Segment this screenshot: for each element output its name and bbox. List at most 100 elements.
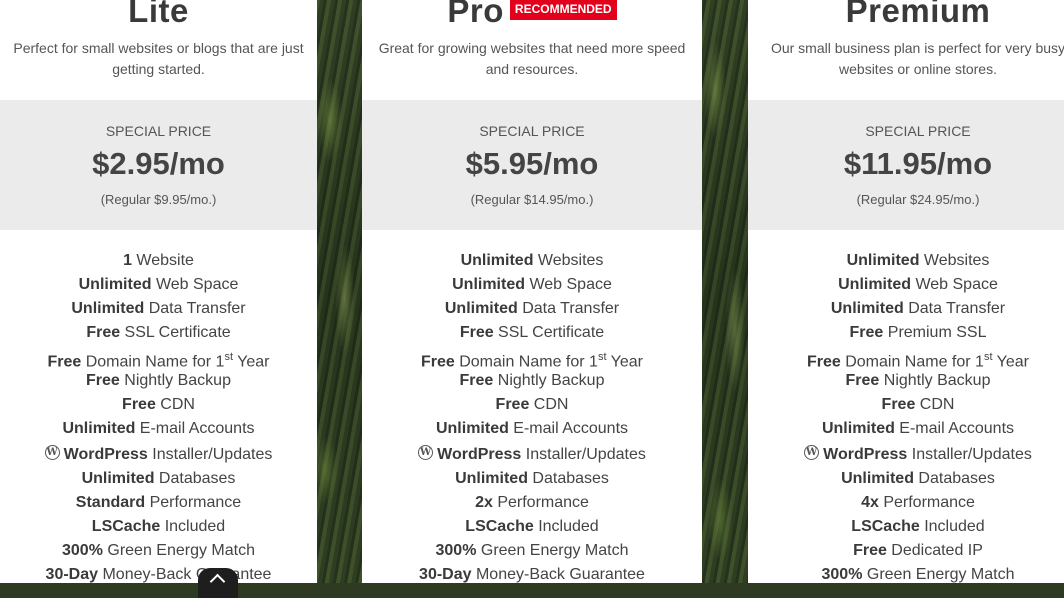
feature-highlight: LSCache [91,518,161,535]
feature-highlight: 2x [475,494,493,511]
feature-text: Money-Back Guarantee [471,566,645,583]
feature-item: Unlimited E-mail Accounts [362,418,702,442]
feature-text: Installer/Updates [521,446,646,463]
wordpress-icon: W [804,445,820,461]
plan-card-lite: Lite Perfect for small websites or blogs… [0,0,317,583]
feature-text: Nightly Backup [879,372,991,389]
feature-highlight: Unlimited [455,470,528,487]
feature-highlight: LSCache [851,518,920,535]
feature-highlight: Free [86,324,121,341]
feature-text: Premium SSL [883,324,987,341]
feature-highlight: Unlimited [838,276,911,293]
feature-item: 30-Day Money-Back Guarantee [0,564,317,583]
price-box: SPECIAL PRICE $5.95/mo (Regular $14.95/m… [362,100,702,230]
feature-highlight: WordPress [823,446,908,463]
plan-title: Premium [845,0,991,29]
feature-text: Website [131,252,194,269]
feature-highlight: Unlimited [62,420,136,437]
feature-item: Free Premium SSL [748,322,1064,346]
feature-highlight: 30-Day [45,566,99,583]
feature-item: Free Domain Name for 1st Year [748,346,1064,370]
feature-highlight: 4x [861,494,879,511]
feature-highlight: Free [495,396,530,413]
feature-item: Standard Performance [0,492,317,516]
feature-text: Domain Name for 1 [81,353,225,371]
regular-price: (Regular $24.95/mo.) [856,192,980,207]
feature-item: 30-Day Money-Back Guarantee [362,564,702,583]
chevron-up-icon [209,573,226,590]
feature-item: Unlimited Websites [362,250,702,274]
wordpress-icon: W [418,445,434,461]
feature-highlight: Free [459,372,494,389]
feature-item: Unlimited Data Transfer [362,298,702,322]
feature-text: CDN [529,396,569,413]
feature-highlight: Free [853,542,887,559]
feature-item: Unlimited E-mail Accounts [0,418,317,442]
feature-text-suffix: Year [233,353,270,371]
feature-text: Websites [533,252,604,269]
feature-text: Databases [527,470,609,487]
feature-item: Free SSL Certificate [0,322,317,346]
feature-item: W WordPress Installer/Updates [748,442,1064,468]
feature-highlight: Free [47,353,82,371]
feature-text: Included [160,518,226,535]
feature-highlight: Free [86,372,120,389]
feature-text: Nightly Backup [119,372,231,389]
feature-text: SSL Certificate [120,324,231,341]
feature-text-suffix: Year [606,353,643,371]
price-box: SPECIAL PRICE $11.95/mo (Regular $24.95/… [748,100,1064,230]
feature-text: Domain Name for 1 [454,353,598,371]
feature-highlight: Free [122,396,156,413]
price-box: SPECIAL PRICE $2.95/mo (Regular $9.95/mo… [0,100,317,230]
feature-text: Domain Name for 1 [840,353,984,371]
plan-price: $2.95/mo [92,146,225,181]
plan-price: $5.95/mo [465,146,599,181]
feature-highlight: Unlimited [78,276,152,293]
regular-price: (Regular $14.95/mo.) [470,192,594,207]
feature-text: E-mail Accounts [135,420,255,437]
feature-highlight: 300% [435,542,477,559]
feature-superscript: st [597,351,607,363]
feature-text: Web Space [911,276,998,293]
plan-description: Our small business plan is perfect for v… [770,40,1064,77]
feature-item: 300% Green Energy Match [362,540,702,564]
feature-text: Nightly Backup [493,372,605,389]
feature-text: Included [919,518,985,535]
feature-highlight: Unlimited [460,252,534,269]
feature-text: Performance [145,494,242,511]
feature-item: Free Domain Name for 1st Year [362,346,702,370]
feature-item: LSCache Included [748,516,1064,540]
feature-list: 1 Website Unlimited Web Space Unlimited Da… [0,250,317,583]
feature-text: Websites [919,252,990,269]
feature-item: Free SSL Certificate [362,322,702,346]
feature-text: Dedicated IP [886,542,983,559]
wordpress-icon: W [44,445,60,461]
feature-highlight: Unlimited [846,252,920,269]
feature-item: Unlimited Web Space [362,274,702,298]
feature-item: Unlimited Databases [748,468,1064,492]
feature-highlight: WordPress [63,446,148,463]
feature-text: Data Transfer [903,300,1006,317]
feature-highlight: Unlimited [81,470,155,487]
feature-text: CDN [915,396,955,413]
feature-highlight: LSCache [465,518,534,535]
feature-item: Unlimited Data Transfer [748,298,1064,322]
feature-text: CDN [155,396,195,413]
feature-item: Unlimited Databases [0,468,317,492]
special-price-label: SPECIAL PRICE [105,123,212,139]
feature-item: W WordPress Installer/Updates [0,442,317,468]
feature-item: Free Nightly Backup [0,370,317,394]
feature-highlight: Unlimited [435,420,509,437]
feature-text: Performance [878,494,975,511]
plan-description: Perfect for small websites or blogs that… [13,40,304,77]
feature-item: Unlimited Websites [748,250,1064,274]
scroll-to-top-button[interactable] [198,568,238,598]
feature-item: 300% Green Energy Match [0,540,317,564]
feature-text: Data Transfer [144,300,246,317]
plan-card-premium: Premium Our small business plan is perfe… [748,0,1064,583]
feature-item: Unlimited E-mail Accounts [748,418,1064,442]
feature-item: Free Nightly Backup [362,370,702,394]
feature-highlight: Free [420,353,455,371]
plan-description: Great for growing websites that need mor… [378,40,686,77]
feature-item: Unlimited Databases [362,468,702,492]
